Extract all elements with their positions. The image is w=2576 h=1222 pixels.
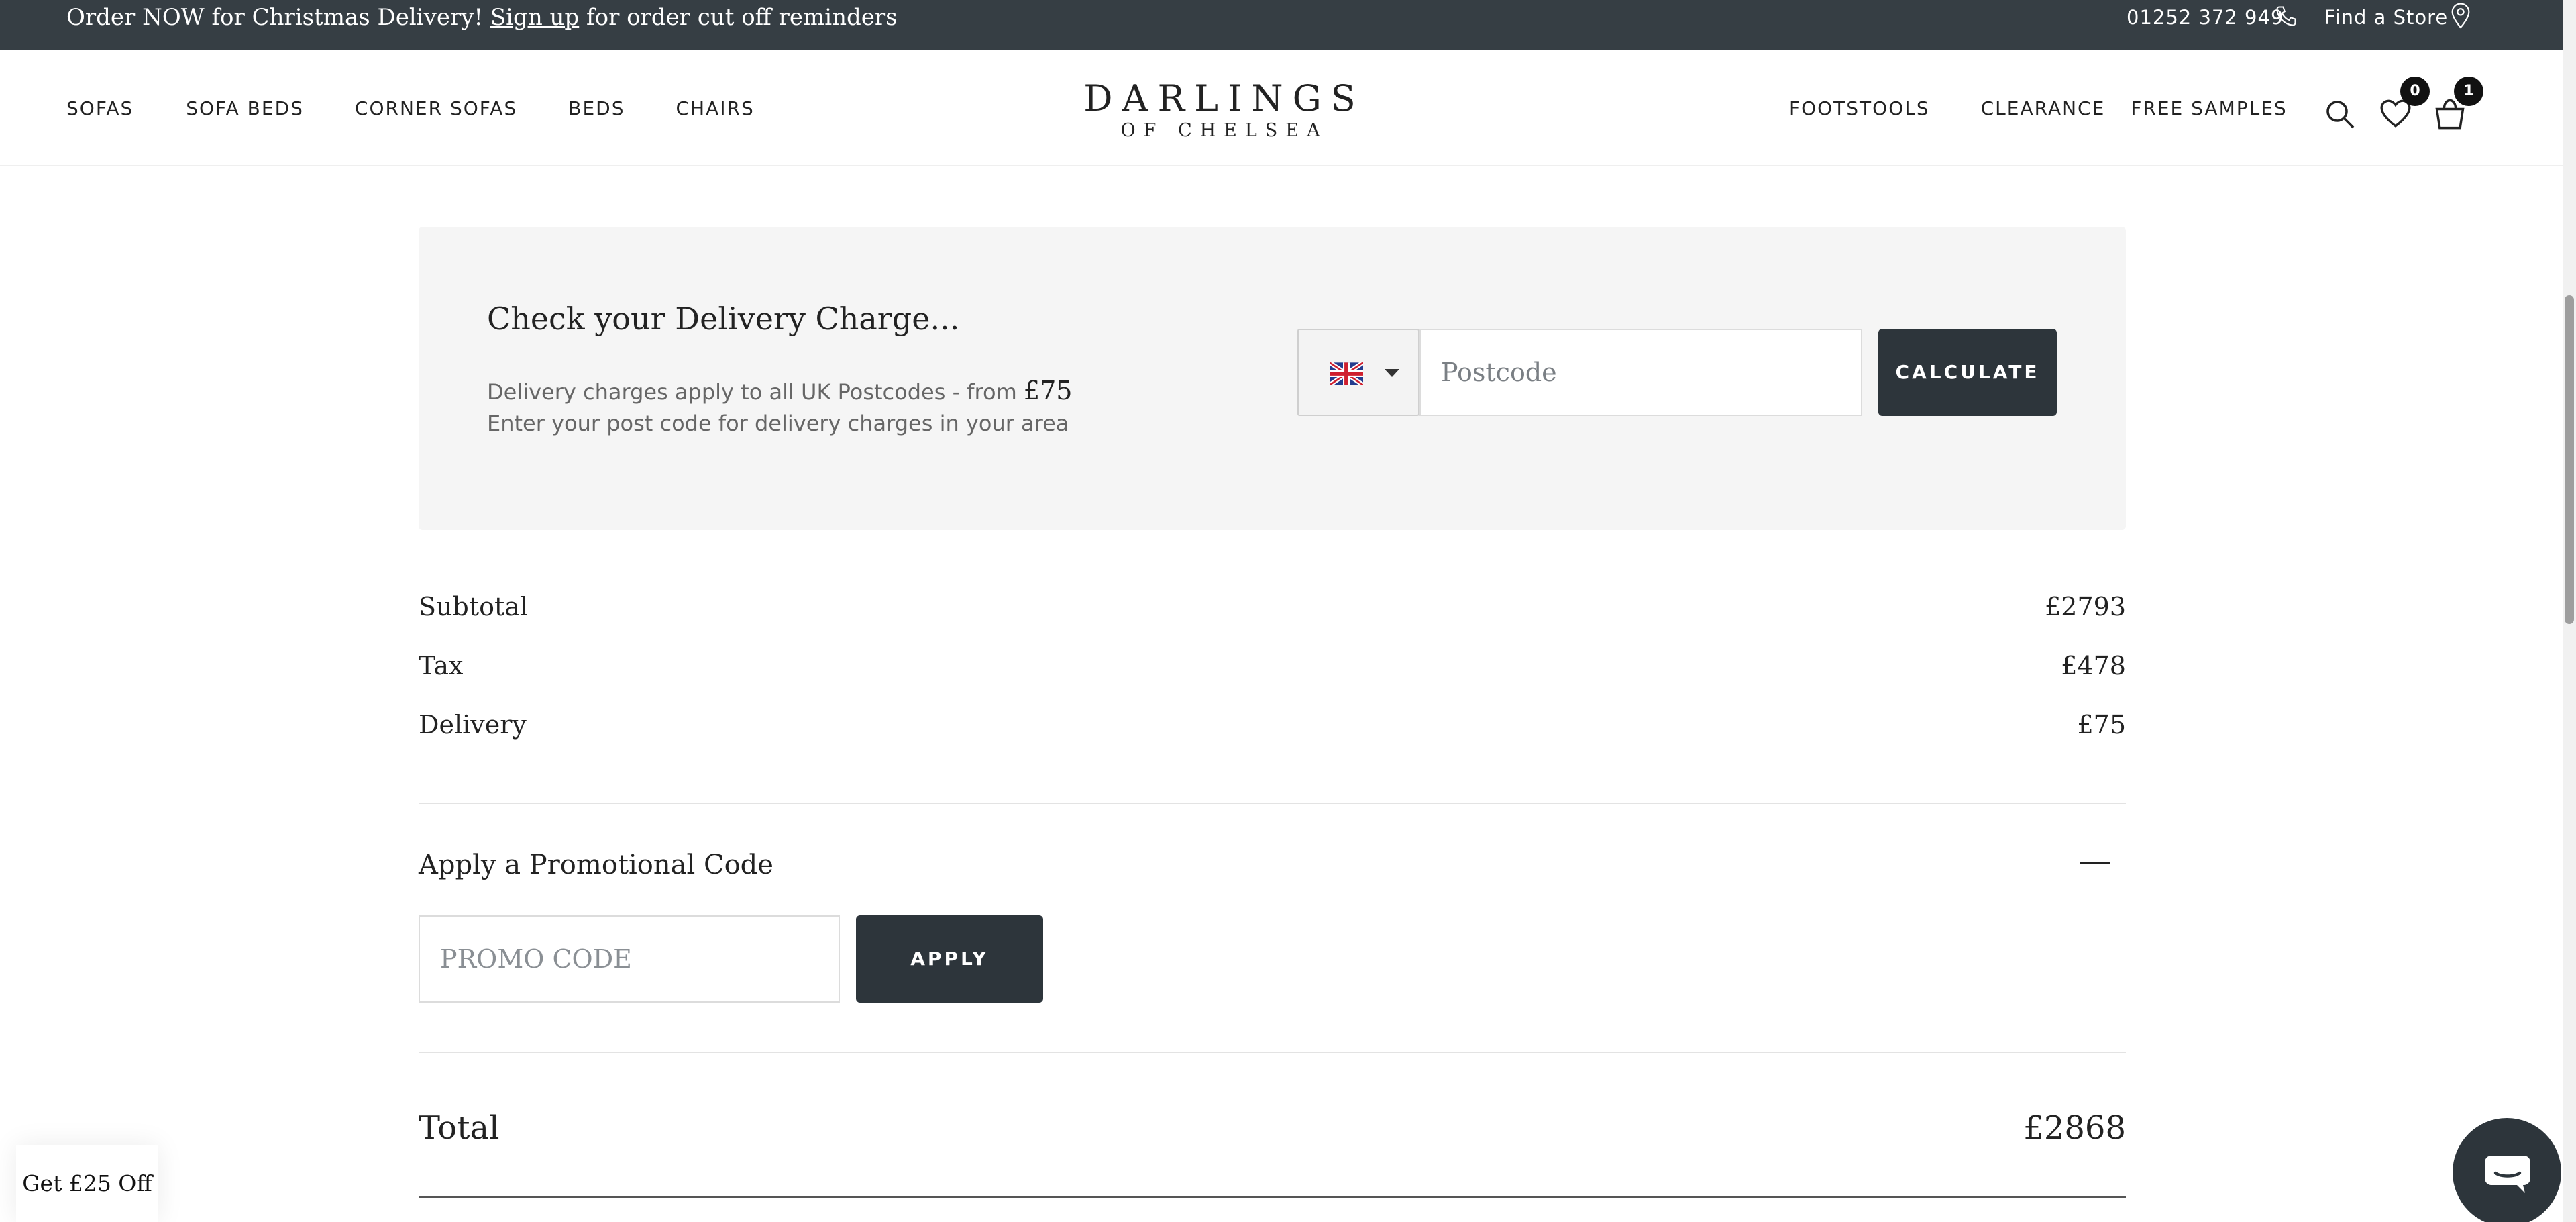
total-label: Total (419, 1109, 500, 1147)
delivery-info-line2: Enter your post code for delivery charge… (487, 411, 1069, 436)
promo-suffix: for order cut off reminders (586, 4, 898, 31)
chat-button[interactable] (2453, 1118, 2561, 1222)
calculate-button[interactable]: CALCULATE (1878, 329, 2057, 416)
nav-item-sofas[interactable]: SOFAS (66, 97, 133, 119)
logo-line2: OF CHELSEA (1120, 120, 1328, 141)
summary-row-delivery: Delivery £75 (419, 705, 2126, 745)
nav-item-clearance[interactable]: CLEARANCE (1981, 97, 2106, 119)
summary-value: £2793 (2045, 592, 2126, 621)
summary-label: Subtotal (419, 592, 529, 621)
summary-label: Delivery (419, 710, 527, 740)
delivery-from-amount: £75 (1023, 376, 1073, 405)
delivery-charge-panel: Check your Delivery Charge... Delivery c… (419, 227, 2126, 530)
uk-flag-icon (1330, 362, 1363, 385)
logo-line1: DARLINGS (1083, 77, 1365, 119)
nav-item-footstools[interactable]: FOOTSTOOLS (1789, 97, 1930, 119)
basket-count-badge: 1 (2454, 77, 2483, 106)
summary-value: £75 (2077, 710, 2126, 740)
find-store-link[interactable]: Find a Store (2324, 0, 2448, 35)
main-nav-left: SOFAS SOFA BEDS CORNER SOFAS BEDS CHAIRS (66, 50, 755, 166)
promo-code-title[interactable]: Apply a Promotional Code (419, 850, 773, 880)
delivery-title: Check your Delivery Charge... (487, 301, 960, 337)
nav-item-beds[interactable]: BEDS (568, 97, 625, 119)
delivery-info-text: Delivery charges apply to all UK Postcod… (487, 379, 1017, 405)
scrollbar-thumb[interactable] (2565, 295, 2574, 624)
search-icon[interactable] (2324, 98, 2356, 130)
promo-message: Order NOW for Christmas Delivery! Sign u… (66, 0, 898, 35)
site-logo[interactable]: DARLINGS OF CHELSEA (1077, 78, 1372, 142)
phone-number[interactable]: 01252 372 949 (2127, 0, 2284, 35)
collapse-minus-icon[interactable] (2080, 862, 2110, 864)
nav-item-sofa-beds[interactable]: SOFA BEDS (186, 97, 304, 119)
chat-bubble-icon (2485, 1156, 2530, 1193)
summary-row-tax: Tax £478 (419, 646, 2126, 686)
postcode-input[interactable] (1419, 329, 1862, 416)
summary-label: Tax (419, 651, 464, 680)
main-nav-right: FOOTSTOOLS CLEARANCE FREE SAMPLES (1789, 50, 2288, 166)
chevron-down-icon (1385, 369, 1399, 377)
divider (419, 803, 2126, 804)
wishlist-count-badge: 0 (2400, 77, 2430, 106)
summary-row-subtotal: Subtotal £2793 (419, 587, 2126, 627)
location-pin-icon (2451, 3, 2470, 29)
nav-item-chairs[interactable]: CHAIRS (676, 97, 754, 119)
nav-item-corner-sofas[interactable]: CORNER SOFAS (355, 97, 517, 119)
total-value: £2868 (2023, 1109, 2126, 1147)
promo-prefix: Order NOW for Christmas Delivery! (66, 4, 484, 31)
order-total: Total £2868 (419, 1105, 2126, 1152)
announcement-bar: Order NOW for Christmas Delivery! Sign u… (0, 0, 2576, 50)
nav-item-free-samples[interactable]: FREE SAMPLES (2131, 97, 2287, 119)
summary-value: £478 (2061, 651, 2126, 680)
delivery-info-line1: Delivery charges apply to all UK Postcod… (487, 376, 1072, 405)
site-header: SOFAS SOFA BEDS CORNER SOFAS BEDS CHAIRS… (0, 50, 2563, 166)
signup-link[interactable]: Sign up (490, 4, 579, 31)
discount-offer-tab[interactable]: Get £25 Off (16, 1145, 158, 1222)
phone-icon (2276, 6, 2296, 26)
divider (419, 1052, 2126, 1053)
promo-code-input[interactable] (419, 915, 840, 1003)
country-select[interactable] (1297, 329, 1419, 416)
total-rule (419, 1196, 2126, 1198)
apply-button[interactable]: APPLY (856, 915, 1043, 1003)
